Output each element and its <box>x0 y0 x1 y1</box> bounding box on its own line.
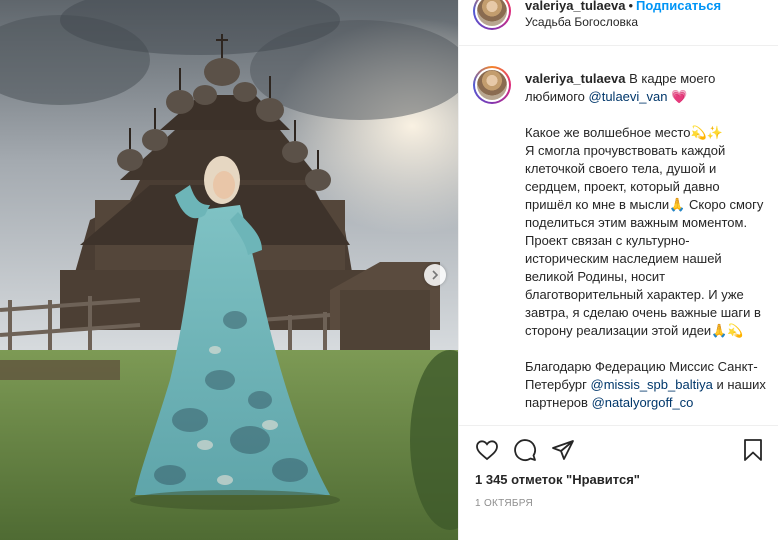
post-actions: 1 345 отметок "Нравится" 1 октября <box>459 425 778 540</box>
avatar[interactable] <box>473 0 511 30</box>
comments-area[interactable]: valeriya_tulaeva В кадре моего любимого … <box>459 47 778 425</box>
post-photo[interactable] <box>0 0 458 540</box>
post-location[interactable]: Усадьба Богословка <box>525 15 638 29</box>
carousel-next-button[interactable] <box>424 264 446 286</box>
chevron-right-icon <box>432 270 439 280</box>
mention-link[interactable]: @missis_spb_baltiya <box>591 377 713 392</box>
like-button[interactable] <box>473 436 501 464</box>
post-caption: valeriya_tulaeva В кадре моего любимого … <box>525 70 769 412</box>
share-button[interactable] <box>549 436 577 464</box>
photo-image <box>0 0 458 540</box>
caption-heart: 💗 <box>667 89 688 104</box>
header-user-line: valeriya_tulaeva • Подписаться <box>525 0 721 13</box>
post-date[interactable]: 1 октября <box>475 498 533 509</box>
caption-body: Какое же волшебное место💫✨ Я смогла проч… <box>525 125 764 392</box>
header-username[interactable]: valeriya_tulaeva <box>525 0 625 13</box>
mention-link[interactable]: @tulaevi_van <box>589 89 668 104</box>
header-separator: • <box>628 0 634 13</box>
post-header: valeriya_tulaeva • Подписаться Усадьба Бог… <box>459 0 778 46</box>
bookmark-icon <box>744 439 762 461</box>
post-side-panel: valeriya_tulaeva • Подписаться Усадьба Бог… <box>458 0 778 540</box>
follow-button[interactable]: Подписаться <box>636 0 721 13</box>
share-icon <box>552 440 574 460</box>
comment-icon <box>514 439 536 461</box>
comment-button[interactable] <box>511 436 539 464</box>
mention-link[interactable]: @natalyorgoff_co <box>592 395 694 410</box>
likes-count[interactable]: 1 345 отметок "Нравится" <box>475 472 640 487</box>
save-button[interactable] <box>739 436 767 464</box>
heart-icon <box>476 440 498 461</box>
caption-avatar[interactable] <box>473 66 511 104</box>
caption-username[interactable]: valeriya_tulaeva <box>525 71 625 86</box>
